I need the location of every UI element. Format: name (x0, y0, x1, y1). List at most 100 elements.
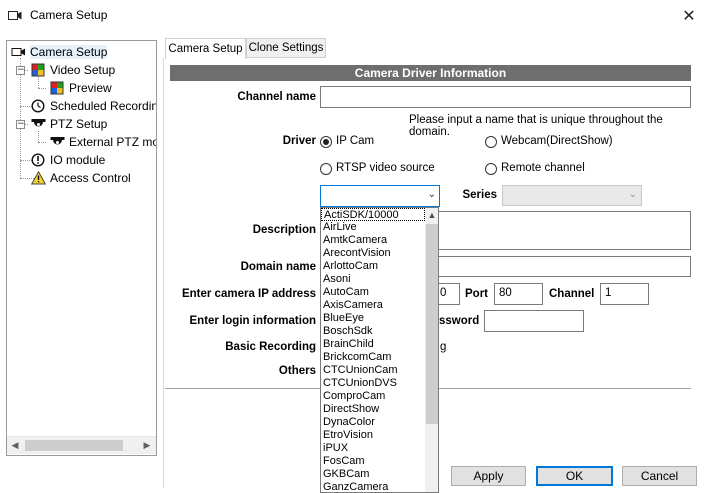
webcam-radio[interactable] (485, 136, 497, 148)
tree-item-io-module[interactable]: IO module (31, 152, 105, 168)
dropdown-option[interactable]: EtroVision (321, 429, 425, 442)
tree-item-preview[interactable]: Preview (50, 80, 112, 96)
description-label: Description (252, 224, 316, 236)
ipcam-radio[interactable] (320, 136, 332, 148)
color-grid-icon (50, 81, 65, 95)
close-icon: ✕ (682, 7, 696, 25)
basic-recording-label: Basic Recording (225, 341, 316, 353)
settings-tree[interactable]: − − Camera Setup Video Setup Preview Sch… (6, 40, 157, 456)
tree-item-label: Access Control (50, 171, 131, 185)
tree-item-label: Preview (69, 81, 112, 95)
dropdown-option[interactable]: AxisCamera (321, 299, 425, 312)
scroll-left-icon[interactable]: ◀ (7, 437, 23, 454)
channel-name-input[interactable] (320, 86, 691, 108)
channel-input[interactable]: 1 (600, 283, 649, 305)
ptz-dome-icon (50, 135, 65, 149)
tree-item-label: External PTZ mod (69, 135, 157, 149)
dropdown-option[interactable]: GanzCamera (321, 481, 425, 492)
close-button[interactable]: ✕ (672, 0, 706, 31)
tree-item-label: Scheduled Recording (50, 99, 157, 113)
apply-button[interactable]: Apply (451, 466, 526, 486)
tree-horizontal-scrollbar[interactable]: ◀ ▶ (7, 436, 156, 454)
dropdown-option[interactable]: ArlottoCam (321, 260, 425, 273)
dropdown-option[interactable]: Asoni (321, 273, 425, 286)
chevron-down-icon: ⌄ (628, 189, 637, 200)
tree-item-external-ptz[interactable]: External PTZ mod (50, 134, 157, 150)
tree-item-label: PTZ Setup (50, 117, 108, 131)
scrollbar-thumb[interactable] (426, 224, 438, 424)
series-label: Series (462, 189, 497, 201)
camera-ip-label: Enter camera IP address (181, 288, 316, 300)
dropdown-option[interactable]: BrickcomCam (321, 351, 425, 364)
port-label: Port (465, 288, 488, 300)
color-grid-icon (31, 63, 46, 77)
clock-icon (31, 99, 46, 113)
dropdown-option[interactable]: CTCUnionCam (321, 364, 425, 377)
rtsp-radio[interactable] (320, 163, 332, 175)
tree-item-camera-setup[interactable]: Camera Setup (11, 44, 108, 60)
dropdown-option[interactable]: GKBCam (321, 468, 425, 481)
window-title: Camera Setup (30, 8, 108, 22)
tree-item-label: IO module (50, 153, 106, 167)
driver-select[interactable]: ⌄ (320, 185, 440, 207)
tree-item-scheduled-recording[interactable]: Scheduled Recording (31, 98, 157, 114)
basic-recording-value: g (440, 341, 447, 353)
description-input[interactable] (438, 211, 691, 250)
login-label: Enter login information (189, 315, 317, 327)
camera-icon (11, 45, 26, 59)
webcam-radio-label: Webcam(DirectShow) (501, 135, 613, 147)
section-header: Camera Driver Information (170, 65, 691, 81)
dropdown-option[interactable]: ComproCam (321, 390, 425, 403)
channel-label: Channel (549, 288, 595, 300)
dropdown-option[interactable]: iPUX (321, 442, 425, 455)
scroll-right-icon[interactable]: ▶ (139, 437, 155, 454)
dropdown-option[interactable]: AutoCam (321, 286, 425, 299)
dropdown-option[interactable]: AmtkCamera (321, 234, 425, 247)
alert-circle-icon (31, 153, 46, 167)
dropdown-option[interactable]: ActiSDK/10000 (321, 208, 425, 221)
driver-dropdown-list[interactable]: ActiSDK/10000 AirLive AmtkCamera ArecontVis… (320, 207, 439, 493)
dropdown-option[interactable]: BlueEye (321, 312, 425, 325)
camera-icon (8, 11, 22, 20)
dropdown-option[interactable]: BrainChild (321, 338, 425, 351)
camera-ip-input[interactable]: 0 (438, 283, 460, 305)
domain-name-label: Domain name (240, 261, 316, 273)
dropdown-option[interactable]: AirLive (321, 221, 425, 234)
dropdown-option[interactable]: ArecontVision (321, 247, 425, 260)
ok-button[interactable]: OK (536, 466, 613, 486)
video-setup-expander[interactable]: − (16, 66, 25, 75)
dropdown-option[interactable]: FosCam (321, 455, 425, 468)
ptz-setup-expander[interactable]: − (16, 120, 25, 129)
scroll-up-icon[interactable]: ▲ (425, 208, 438, 222)
tree-item-access-control[interactable]: Access Control (30, 170, 131, 186)
channel-name-label: Channel name (237, 91, 316, 103)
domain-name-input[interactable] (438, 256, 691, 277)
tab-clone-settings[interactable]: Clone Settings (246, 38, 326, 58)
dropdown-scrollbar[interactable]: ▲ (425, 208, 438, 492)
tab-camera-setup[interactable]: Camera Setup (165, 38, 246, 59)
password-label: ssword (439, 315, 480, 327)
others-label: Others (278, 365, 316, 377)
port-input[interactable]: 80 (494, 283, 543, 305)
dropdown-option[interactable]: DynaColor (321, 416, 425, 429)
ptz-dome-icon (31, 117, 46, 131)
dropdown-option[interactable]: BoschSdk (321, 325, 425, 338)
title-bar: Camera Setup ✕ (0, 0, 706, 31)
chevron-down-icon: ⌄ (427, 189, 436, 200)
dropdown-option[interactable]: CTCUnionDVS (321, 377, 425, 390)
tree-item-video-setup[interactable]: Video Setup (31, 62, 115, 78)
dropdown-option[interactable]: DirectShow (321, 403, 425, 416)
scrollbar-thumb[interactable] (25, 440, 123, 451)
ipcam-radio-label: IP Cam (336, 135, 375, 147)
password-input[interactable] (484, 310, 584, 332)
cancel-button[interactable]: Cancel (622, 466, 697, 486)
tree-item-ptz-setup[interactable]: PTZ Setup (31, 116, 107, 132)
dropdown-items: ActiSDK/10000 AirLive AmtkCamera ArecontVis… (321, 208, 425, 492)
warning-icon (30, 170, 47, 185)
tree-item-label: Camera Setup (30, 45, 108, 59)
remote-channel-radio-label: Remote channel (501, 162, 585, 174)
remote-channel-radio[interactable] (485, 163, 497, 175)
driver-label: Driver (282, 135, 316, 147)
rtsp-radio-label: RTSP video source (336, 162, 435, 174)
series-select[interactable]: ⌄ (502, 185, 642, 206)
